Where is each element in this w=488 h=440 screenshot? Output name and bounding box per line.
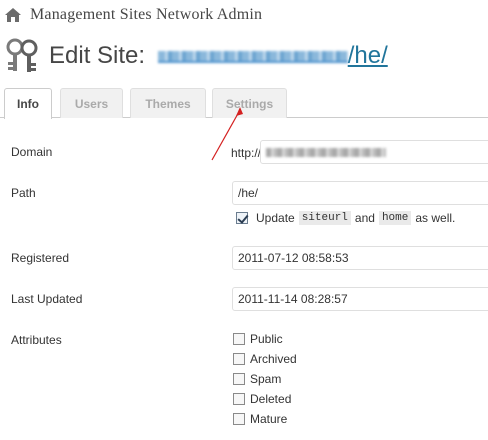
archived-label: Archived (250, 352, 297, 366)
attribute-mature: Mature (233, 412, 287, 426)
siteurl-code: siteurl (298, 211, 351, 225)
spam-label: Spam (250, 372, 282, 386)
house-icon[interactable] (4, 7, 22, 23)
tab-info[interactable]: Info (4, 88, 52, 119)
attributes-label: Attributes (11, 333, 62, 347)
site-domain-link-redacted[interactable] (157, 51, 348, 63)
tab-themes[interactable]: Themes (130, 88, 206, 118)
registered-field[interactable]: 2011-07-12 08:58:53 (232, 246, 488, 270)
home-code: home (378, 211, 412, 225)
and-text: and (354, 211, 375, 225)
archived-checkbox[interactable] (233, 353, 245, 365)
public-checkbox[interactable] (233, 333, 245, 345)
attribute-spam: Spam (233, 372, 281, 386)
domain-label: Domain (11, 145, 53, 159)
deleted-checkbox[interactable] (233, 393, 245, 405)
last-updated-field[interactable]: 2011-11-14 08:28:57 (232, 287, 488, 311)
as-well-text: as well. (415, 211, 456, 225)
public-label: Public (250, 332, 283, 346)
update-siteurl-checkbox[interactable] (236, 212, 248, 224)
network-admin-title[interactable]: Management Sites Network Admin (30, 6, 262, 24)
tab-users[interactable]: Users (60, 88, 123, 118)
edit-site-prefix: Edit Site: (49, 42, 146, 69)
mature-checkbox[interactable] (233, 413, 245, 425)
last-updated-label: Last Updated (11, 292, 83, 306)
attribute-deleted: Deleted (233, 392, 291, 406)
domain-value-redacted (266, 147, 386, 157)
attribute-archived: Archived (233, 352, 297, 366)
deleted-label: Deleted (250, 392, 292, 406)
site-path-link[interactable]: /he/ (348, 42, 388, 69)
path-label: Path (11, 186, 36, 200)
update-text: Update (256, 211, 295, 225)
keys-icon (6, 38, 38, 72)
network-admin-header: Management Sites Network Admin (0, 0, 488, 30)
page-title: Edit Site: /he/ (49, 42, 388, 70)
domain-field[interactable] (260, 140, 488, 164)
attribute-public: Public (233, 332, 283, 346)
domain-prefix: http:// (231, 146, 262, 160)
spam-checkbox[interactable] (233, 373, 245, 385)
mature-label: Mature (250, 412, 288, 426)
path-field[interactable]: /he/ (232, 181, 488, 205)
edit-site-heading: Edit Site: /he/ (0, 34, 488, 78)
registered-label: Registered (11, 251, 70, 265)
update-siteurl-option: Update siteurl and home as well. (236, 211, 455, 225)
